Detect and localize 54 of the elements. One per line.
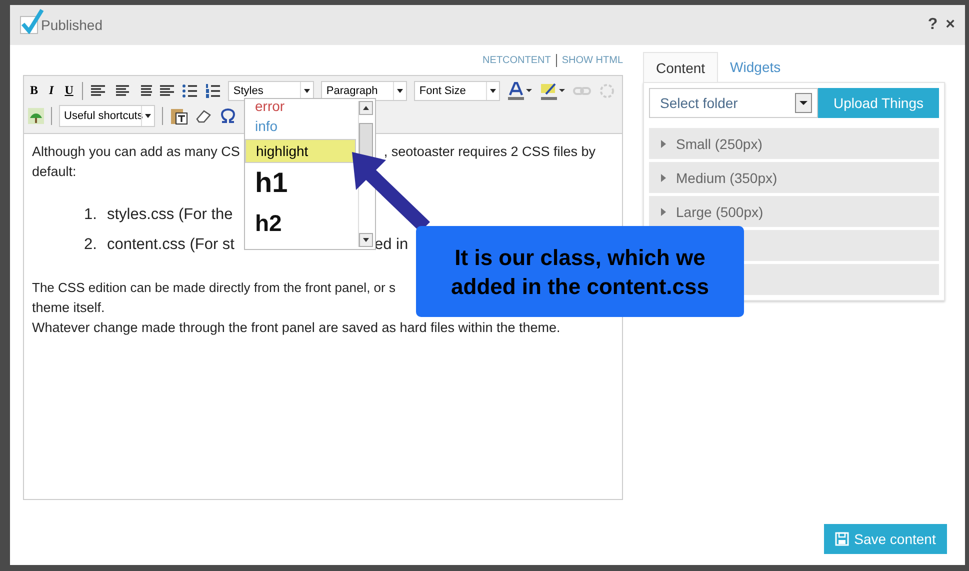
save-icon: [835, 532, 850, 546]
scroll-up-icon[interactable]: [359, 101, 373, 115]
image-icon[interactable]: [28, 108, 44, 124]
expand-icon: [661, 140, 666, 148]
caret-icon: [304, 88, 310, 92]
paste-text-icon[interactable]: [170, 106, 188, 124]
format-button[interactable]: U: [62, 83, 76, 98]
format-button[interactable]: I: [47, 83, 56, 98]
toolbar-select[interactable]: Styles: [228, 80, 314, 100]
caret-icon: [145, 114, 151, 118]
align-icon[interactable]: [113, 84, 130, 98]
folder-row[interactable]: Small (250px): [649, 128, 939, 159]
body-text: theme itself.: [32, 299, 105, 317]
unlink-icon: [598, 82, 616, 98]
format-button[interactable]: B: [28, 83, 40, 98]
list-item-text: content.css (For st: [107, 236, 234, 253]
omega-icon[interactable]: [220, 108, 236, 124]
style-option[interactable]: h1: [245, 163, 356, 203]
align-icon[interactable]: [90, 84, 106, 98]
eraser-icon[interactable]: [195, 108, 213, 124]
published-checkbox[interactable]: [20, 8, 44, 34]
body-text: The CSS edition can be made directly from the front panel, or s: [32, 279, 396, 297]
highlight-color-icon[interactable]: [540, 82, 566, 100]
help-button[interactable]: ?: [928, 16, 938, 34]
list-item-text: styles.css (For the: [107, 206, 233, 223]
bullet-list-icon[interactable]: [182, 84, 198, 98]
dropdown-icon[interactable]: [795, 93, 812, 113]
folder-row[interactable]: Medium (350px): [649, 162, 939, 193]
list-number: 1.: [84, 205, 98, 225]
body-text: , seotoaster requires 2 CSS files by: [384, 144, 596, 159]
list-number: 2.: [84, 235, 98, 255]
style-option[interactable]: error: [245, 99, 356, 115]
annotation-tooltip: It is our class, which we added in the content.css: [416, 226, 744, 317]
close-button[interactable]: ×: [946, 16, 955, 34]
body-text: Whatever change made through the front panel are saved as hard files within the theme.: [32, 319, 560, 337]
shortcuts-select[interactable]: Useful shortcuts: [59, 104, 155, 126]
panel-tab[interactable]: Content: [643, 52, 718, 82]
caret-icon: [397, 88, 404, 92]
expand-icon: [661, 174, 666, 182]
checkbox-label[interactable]: Published: [41, 17, 102, 33]
folder-row[interactable]: Large (500px): [649, 196, 939, 227]
text-color-icon[interactable]: [507, 82, 534, 100]
caret-icon: [490, 88, 496, 92]
expand-icon: [661, 208, 666, 216]
align-icon[interactable]: [159, 84, 176, 98]
toolbar-select[interactable]: Paragraph: [321, 80, 408, 100]
scroll-down-icon[interactable]: [359, 233, 373, 247]
toolbar-select[interactable]: Font Size: [414, 80, 500, 100]
body-text: Although you can add as many CS: [32, 144, 240, 159]
body-text: default:: [32, 163, 76, 181]
style-option[interactable]: highlight: [245, 139, 356, 163]
numbered-list-icon[interactable]: [205, 84, 222, 98]
style-option[interactable]: h2: [245, 203, 356, 243]
folder-select[interactable]: Select folder: [649, 88, 818, 118]
